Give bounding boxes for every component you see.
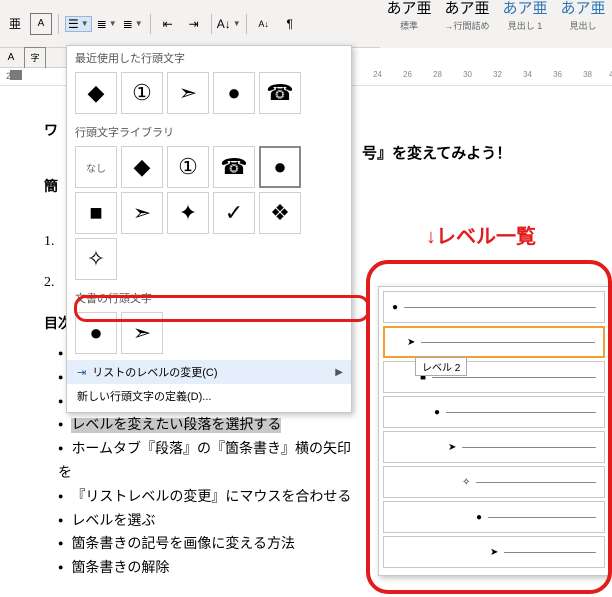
level-option-8[interactable]: ➤ <box>383 536 605 568</box>
style-nospace[interactable]: あア亜 →行間詰め <box>438 0 496 48</box>
numbering-button[interactable]: ≣▼ <box>96 13 118 35</box>
bullet-option[interactable]: ■ <box>75 192 117 234</box>
section-recent-label: 最近使用した行頭文字 <box>67 46 351 68</box>
list-item: 『リストレベルの変更』にマウスを合わせる <box>58 486 364 510</box>
bullet-option[interactable]: ➣ <box>167 72 209 114</box>
font-color-button[interactable]: A <box>0 47 22 69</box>
bullet-option[interactable]: ☎ <box>213 146 255 188</box>
bullet-option[interactable]: ➣ <box>121 192 163 234</box>
style-heading2[interactable]: あア亜 見出し <box>554 0 612 48</box>
bullet-option[interactable]: ☎ <box>259 72 301 114</box>
level-option-6[interactable]: ✧ <box>383 466 605 498</box>
styles-gallery: あア亜 標準 あア亜 →行間詰め あア亜 見出し 1 あア亜 見出し <box>380 0 612 48</box>
level-line <box>504 552 596 553</box>
ruby-icon[interactable]: 亜 <box>4 13 26 35</box>
level-tooltip: レベル 2 <box>415 357 467 376</box>
style-normal[interactable]: あア亜 標準 <box>380 0 438 48</box>
level-option-5[interactable]: ➤ <box>383 431 605 463</box>
annotation-level-list-title: ↓レベル一覧 <box>426 220 536 249</box>
menu-define-new-bullet[interactable]: 新しい行頭文字の定義(D)... <box>67 384 351 408</box>
bullet-option[interactable]: ① <box>121 72 163 114</box>
level-line <box>404 307 596 308</box>
recent-bullets-grid: ◆ ① ➣ ● ☎ <box>67 68 351 120</box>
list-item: ホームタブ『段落』の『箇条書き』横の矢印を <box>58 438 364 486</box>
sort-az-button[interactable]: A↓ <box>253 13 275 35</box>
increase-indent-button[interactable]: ⇥ <box>183 13 205 35</box>
bullets-icon: ☰ <box>68 17 79 31</box>
menu-change-list-level[interactable]: ⇥ リストのレベルの変更(C) ▶ <box>67 360 351 384</box>
selected-text[interactable]: レベルを変えたい段落を選択する <box>71 418 281 433</box>
bullet-option[interactable]: ◆ <box>75 72 117 114</box>
bullet-option[interactable]: ✦ <box>167 192 209 234</box>
menu-label: リストのレベルの変更(C) <box>92 364 217 380</box>
level-line <box>421 342 595 343</box>
enclose-char-button[interactable]: 字 <box>24 47 46 69</box>
level-marker-icon: ➤ <box>407 337 415 348</box>
doc-bullets-grid: ● ➣ <box>67 308 351 360</box>
sort-button[interactable]: A↓▼ <box>218 13 240 35</box>
bullet-option[interactable]: ● <box>75 312 117 354</box>
level-line <box>488 517 596 518</box>
level-option-2[interactable]: ➤レベル 2 <box>383 326 605 358</box>
list-item: 箇条書きの解除 <box>58 557 364 581</box>
char-border-icon[interactable]: A <box>30 13 52 35</box>
ruler-label-left: 2 <box>6 71 11 81</box>
bullet-option-selected[interactable]: ● <box>259 146 301 188</box>
bullet-option[interactable]: ➣ <box>121 312 163 354</box>
bullet-option[interactable]: ✓ <box>213 192 255 234</box>
decrease-indent-button[interactable]: ⇤ <box>157 13 179 35</box>
bullet-option[interactable]: ◆ <box>121 146 163 188</box>
toolbar-row2: A 字 <box>0 48 66 68</box>
multilevel-button[interactable]: ≣▼ <box>122 13 144 35</box>
ruler-indent-marker[interactable] <box>10 70 22 80</box>
level-marker-icon: ➤ <box>448 442 456 453</box>
section-doc-label: 文書の行頭文字 <box>67 286 351 308</box>
level-option-1[interactable]: ● <box>383 291 605 323</box>
level-marker-icon: ● <box>434 407 440 418</box>
bullet-option[interactable]: ❖ <box>259 192 301 234</box>
menu-label: 新しい行頭文字の定義(D)... <box>77 388 211 404</box>
level-line <box>432 377 596 378</box>
level-option-7[interactable]: ● <box>383 501 605 533</box>
level-marker-icon: ● <box>476 512 482 523</box>
level-option-4[interactable]: ● <box>383 396 605 428</box>
style-heading1[interactable]: あア亜 見出し 1 <box>496 0 554 48</box>
level-marker-icon: ● <box>392 302 398 313</box>
level-line <box>446 412 596 413</box>
list-item: 箇条書きの記号を画像に変える方法 <box>58 533 364 557</box>
list-item: レベルを選ぶ <box>58 510 364 534</box>
bullets-dropdown-button[interactable]: ☰ ▼ <box>65 16 92 32</box>
level-marker-icon: ➤ <box>490 547 498 558</box>
library-bullets-grid: なし ◆ ① ☎ ● ■ ➣ ✦ ✓ ❖ ✧ <box>67 142 351 286</box>
bullet-option[interactable]: ① <box>167 146 209 188</box>
level-line <box>462 447 596 448</box>
indent-icon: ⇥ <box>77 366 86 379</box>
show-marks-button[interactable]: ¶ <box>279 13 301 35</box>
bullet-option-none[interactable]: なし <box>75 146 117 188</box>
submenu-arrow-icon: ▶ <box>335 367 343 378</box>
section-library-label: 行頭文字ライブラリ <box>67 120 351 142</box>
doc-title-right: 号』を変えてみよう！ <box>362 142 511 163</box>
list-item: レベルを変えたい段落を選択する <box>58 414 364 438</box>
level-marker-icon: ✧ <box>462 477 470 488</box>
bullet-picker-panel: 最近使用した行頭文字 ◆ ① ➣ ● ☎ 行頭文字ライブラリ なし ◆ ① ☎ … <box>66 45 352 413</box>
level-line <box>476 482 596 483</box>
bullet-option[interactable]: ● <box>213 72 255 114</box>
bullet-option[interactable]: ✧ <box>75 238 117 280</box>
chevron-down-icon: ▼ <box>81 19 89 28</box>
level-flyout-panel: ●➤レベル 2■●➤✧●➤ <box>378 286 610 576</box>
